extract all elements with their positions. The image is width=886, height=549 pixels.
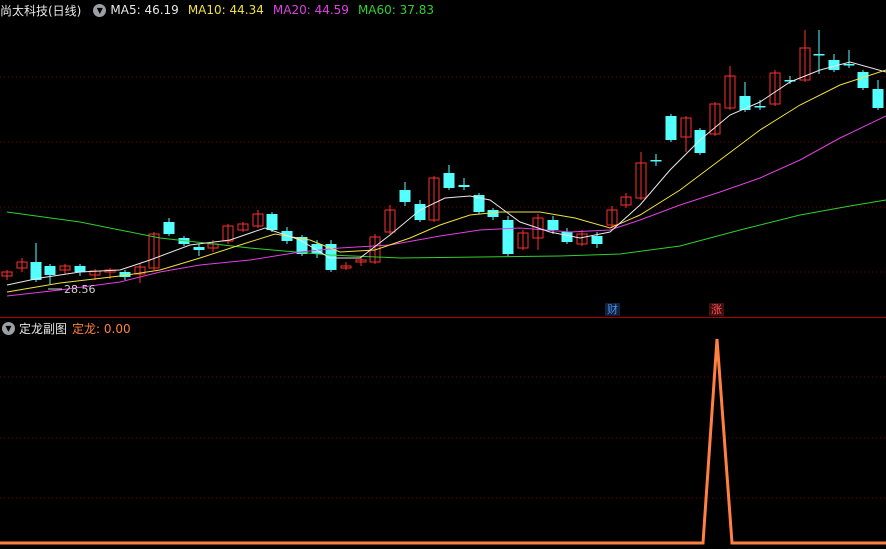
candle-body-down [399,190,411,202]
sub-header: ▼ 定龙副图 定龙: 0.00 [0,320,131,336]
finance-badge[interactable]: 财 [605,303,620,316]
sub-collapse-icon[interactable]: ▼ [2,321,15,335]
candle-body-down [30,262,42,280]
candle-body-down [502,220,514,254]
candle-body-down [813,54,825,56]
kline-pane[interactable]: 28.56 尚太科技(日线) ▼ MA5: 46.19 MA10: 44.34 … [0,0,886,318]
ma10-value: 44.34 [229,3,264,17]
candle-body-down [694,130,706,153]
limit-up-badge[interactable]: 涨 [709,303,724,316]
sub-indicator-readout: 定龙: 0.00 [72,320,131,337]
ma5-value: 46.19 [144,3,179,17]
ma60-value: 37.83 [399,3,434,17]
kline-chart[interactable]: 28.56 [0,0,886,318]
sub-indicator-chart[interactable] [0,318,886,549]
candle-body-down [163,222,175,234]
ma10-readout: MA10: 44.34 [188,3,264,17]
candle-body-down [74,266,86,272]
candle-body-down [665,116,677,140]
stock-title: 尚太科技(日线) [0,3,82,18]
ma60-label: MA60: [357,3,396,17]
kline-header: 尚太科技(日线) ▼ MA5: 46.19 MA10: 44.34 MA20: … [0,2,443,18]
candle-body-down [458,185,470,187]
candle-body-down [193,247,205,250]
sub-indicator-label: 定龙: [72,321,101,336]
candle-body-down [857,72,869,88]
candle-body-down [872,89,884,108]
sub-title: 定龙副图 [19,321,68,336]
sub-indicator-pane[interactable]: ▼ 定龙副图 定龙: 0.00 [0,318,886,549]
candle-body-down [650,160,662,162]
ma10-label: MA10: [187,3,226,17]
candle-body-down [443,173,455,188]
candle-body-down [843,64,855,66]
candle-body-down [547,220,559,230]
low-price-label: 28.56 [64,283,96,296]
candle-body-down [414,204,426,220]
collapse-icon[interactable]: ▼ [93,3,107,17]
ma5-readout: MA5: 46.19 [110,3,178,17]
ma20-line [6,115,886,297]
ma60-line [6,199,886,259]
candle-body-down [754,106,766,108]
candle-body-down [591,236,603,244]
ma20-label: MA20: [272,3,311,17]
ma20-value: 44.59 [314,3,349,17]
ma5-label: MA5: [110,3,141,17]
candle-body-down [44,266,56,275]
sub-indicator-value: 0.00 [103,321,131,336]
candle-body-down [266,214,278,230]
dinglong-signal-line [0,338,886,545]
ma60-readout: MA60: 37.83 [358,3,434,17]
candle-body-down [739,96,751,110]
ma20-readout: MA20: 44.59 [273,3,349,17]
candle-body-down [561,232,573,242]
